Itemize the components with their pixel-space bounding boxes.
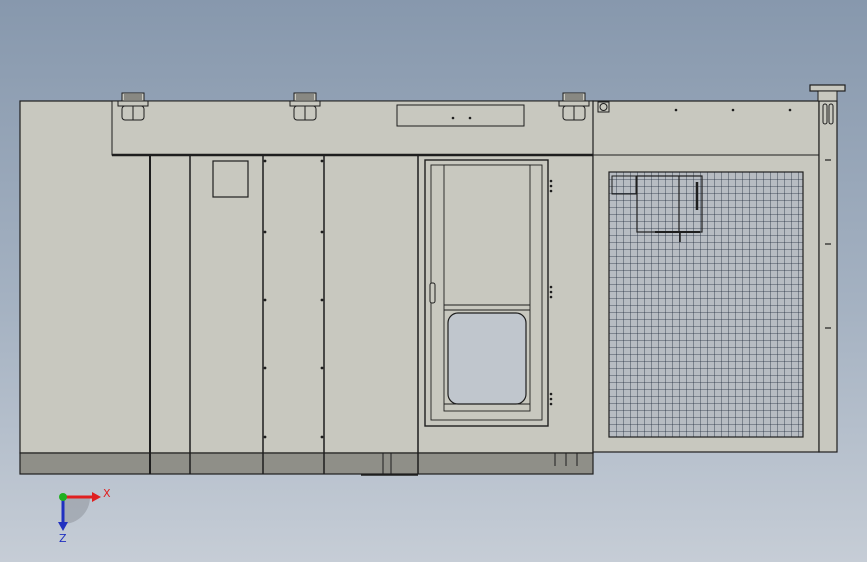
- vent-flange-icon: [117, 92, 149, 121]
- access-door: [424, 159, 553, 427]
- axis-y-marker: [59, 493, 67, 501]
- right-enclosure: [592, 84, 846, 453]
- corner-bracket-icon: [597, 101, 610, 113]
- roof-hatch-screw: [451, 116, 455, 120]
- vent-flange-icon: [558, 92, 590, 121]
- access-plate: [212, 160, 249, 198]
- left-enclosure: [19, 92, 594, 476]
- left-enclosure-base: [19, 452, 594, 475]
- mesh-grille: [608, 171, 804, 438]
- vent-flange-icon: [289, 92, 321, 121]
- cad-front-view: X Z: [19, 84, 846, 545]
- axis-x-arrowhead: [92, 492, 101, 502]
- coordinate-triad-icon: X Z: [58, 487, 111, 545]
- roof-hatch-screw: [468, 116, 472, 120]
- door-window: [447, 312, 527, 405]
- roof-hatch: [396, 104, 525, 127]
- axis-z-label: Z: [59, 532, 67, 545]
- axis-x-label: X: [103, 487, 111, 500]
- door-handle: [429, 282, 436, 304]
- axis-z-arrowhead: [58, 522, 68, 531]
